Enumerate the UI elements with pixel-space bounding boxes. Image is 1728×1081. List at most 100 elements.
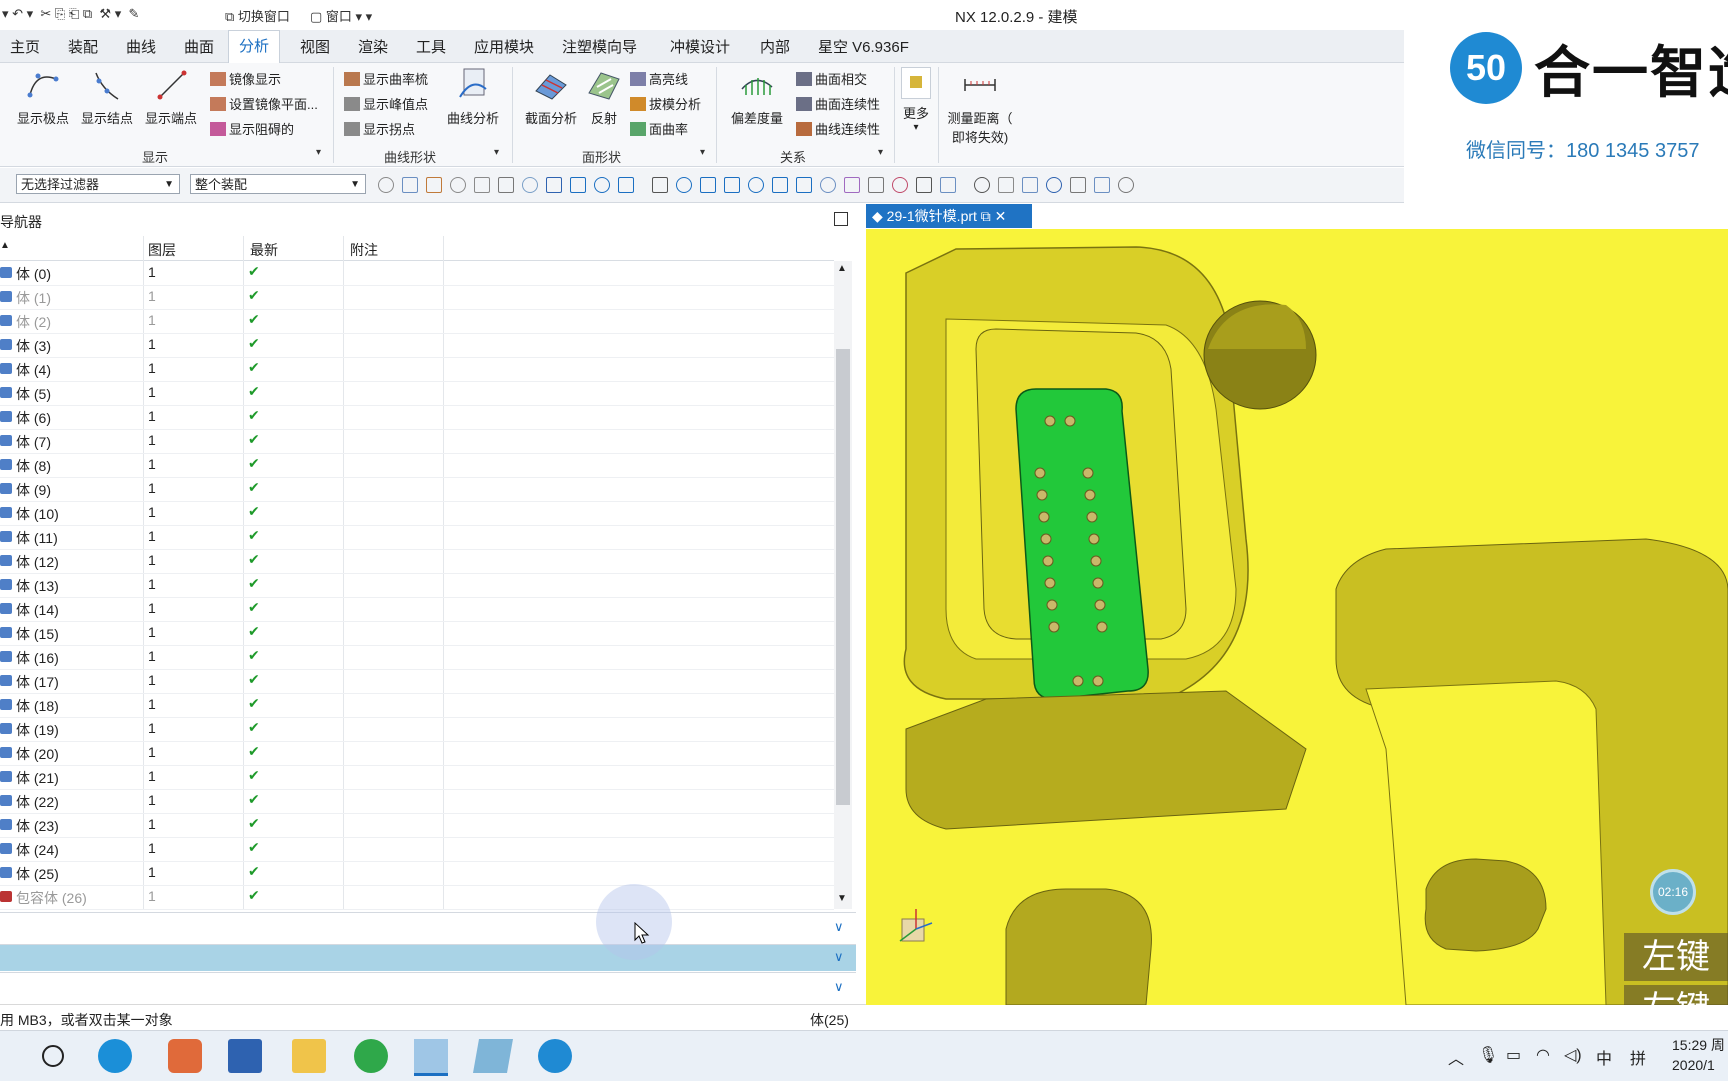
assembly-icon[interactable] — [402, 177, 418, 193]
table-row[interactable]: 包容体 (26) 1 ✔ — [0, 885, 834, 910]
chevron-down-icon[interactable]: ∨ — [834, 979, 844, 995]
column-comment[interactable]: 附注 — [350, 240, 378, 260]
rect-select-icon[interactable] — [498, 177, 514, 193]
shade-icon[interactable] — [844, 177, 860, 193]
table-row[interactable]: 体 (1) 1 ✔ — [0, 285, 834, 310]
table-icon[interactable] — [1046, 177, 1062, 193]
material-icon[interactable] — [1070, 177, 1086, 193]
table-row[interactable]: 体 (20) 1 ✔ — [0, 741, 834, 766]
orient-icon[interactable] — [1118, 177, 1134, 193]
show-blocked-button[interactable]: 显示阻碍的 — [210, 119, 294, 138]
curve-analysis-button[interactable]: 曲线分析 — [440, 67, 506, 127]
column-layer[interactable]: 图层 — [148, 240, 176, 260]
table-row[interactable]: 体 (25) 1 ✔ — [0, 861, 834, 886]
table-row[interactable]: 体 (10) 1 ✔ — [0, 501, 834, 526]
tab-7[interactable]: 工具 — [416, 36, 446, 57]
more-button[interactable]: 更多 ▾ — [898, 67, 934, 133]
table-row[interactable]: 体 (9) 1 ✔ — [0, 477, 834, 502]
table-row[interactable]: 体 (7) 1 ✔ — [0, 429, 834, 454]
notepad-icon[interactable] — [473, 1039, 513, 1073]
edge-browser-icon[interactable] — [538, 1039, 572, 1073]
ime-mode[interactable]: 拼 — [1630, 1045, 1646, 1069]
show-knots-button[interactable]: 显示结点 — [76, 67, 138, 127]
dependents-panel[interactable]: ∨ — [0, 944, 856, 971]
calculator-icon[interactable] — [228, 1039, 262, 1073]
scope-dropdown[interactable]: 整个装配 ▼ — [190, 174, 366, 194]
mirror-display-button[interactable]: 镜像显示 — [210, 69, 281, 88]
table-row[interactable]: 体 (3) 1 ✔ — [0, 333, 834, 358]
maximize-icon[interactable] — [834, 212, 848, 226]
face-curvature-button[interactable]: 面曲率 — [630, 119, 688, 138]
surface-intersection-button[interactable]: 曲面相交 — [796, 69, 867, 88]
layer-icon[interactable] — [868, 177, 884, 193]
pan-icon[interactable] — [998, 177, 1014, 193]
file-explorer-icon[interactable] — [292, 1039, 326, 1073]
table-row[interactable]: 体 (13) 1 ✔ — [0, 573, 834, 598]
table-row[interactable]: 体 (14) 1 ✔ — [0, 597, 834, 622]
table-row[interactable]: 体 (12) 1 ✔ — [0, 549, 834, 574]
table-row[interactable]: 体 (19) 1 ✔ — [0, 717, 834, 742]
curve-icon[interactable] — [618, 177, 634, 193]
tab-11[interactable]: 内部 — [760, 36, 790, 57]
table-row[interactable]: 体 (0) 1 ✔ — [0, 261, 834, 286]
part-file-tab[interactable]: ◆ 29-1微针模.prt ⧉ ✕ — [866, 204, 1032, 228]
snap-icon[interactable] — [378, 177, 394, 193]
sort-asc-icon[interactable]: ▲ — [0, 240, 10, 251]
scroll-up-icon[interactable]: ▲ — [837, 263, 847, 274]
deviation-gauge-button[interactable]: 偏差度量 — [724, 67, 790, 127]
window-menu-button[interactable]: ▢ 窗口 ▾ ▾ — [310, 6, 372, 25]
table-row[interactable]: 体 (2) 1 ✔ — [0, 309, 834, 334]
tab-2[interactable]: 曲线 — [126, 36, 156, 57]
line-icon[interactable] — [594, 177, 610, 193]
graphics-viewport[interactable]: 02:16 左键 左键 — [866, 229, 1728, 1006]
spline-icon[interactable] — [676, 177, 692, 193]
close-icon[interactable]: ✕ — [991, 208, 1007, 224]
tab-1[interactable]: 装配 — [68, 36, 98, 57]
pick-icon[interactable] — [450, 177, 466, 193]
center-icon[interactable] — [748, 177, 764, 193]
group-expand-relation[interactable]: ▾ — [878, 147, 883, 158]
tab-3[interactable]: 曲面 — [184, 36, 214, 57]
table-row[interactable]: 体 (6) 1 ✔ — [0, 405, 834, 430]
table-row[interactable]: 体 (18) 1 ✔ — [0, 693, 834, 718]
show-endpoints-button[interactable]: 显示端点 — [140, 67, 202, 127]
sphere-icon[interactable] — [820, 177, 836, 193]
cross-icon[interactable] — [772, 177, 788, 193]
edge-icon[interactable] — [570, 177, 586, 193]
switch-window-button[interactable]: ⧉ 切换窗口 — [225, 6, 290, 25]
tab-9[interactable]: 注塑模向导 — [562, 36, 637, 57]
table-row[interactable]: 体 (22) 1 ✔ — [0, 789, 834, 814]
tab-5[interactable]: 视图 — [300, 36, 330, 57]
show-poles-button[interactable]: 显示极点 — [12, 67, 74, 127]
quick-access-toolbar[interactable]: ▾ ↶ ▾ ✂ ⎘ ⎗ ⧉ ⚒ ▾ ✎ — [2, 6, 139, 22]
internet-explorer-icon[interactable] — [98, 1039, 132, 1073]
reflection-button[interactable]: 反射 — [584, 67, 624, 127]
tangent-icon[interactable] — [652, 177, 668, 193]
highlight-lines-button[interactable]: 高亮线 — [630, 69, 688, 88]
table-row[interactable]: 体 (17) 1 ✔ — [0, 669, 834, 694]
show-peak-points-button[interactable]: 显示峰值点 — [344, 94, 428, 113]
tab-4[interactable]: 分析 — [228, 30, 281, 63]
wifi-icon[interactable]: ◠ — [1536, 1045, 1550, 1065]
fit-icon[interactable] — [940, 177, 956, 193]
table-row[interactable]: 体 (16) 1 ✔ — [0, 645, 834, 670]
browser-icon[interactable] — [354, 1039, 388, 1073]
undock-icon[interactable]: ⧉ — [977, 208, 991, 224]
point-icon[interactable] — [724, 177, 740, 193]
navigator-scrollbar[interactable]: ▲ ▼ — [834, 261, 852, 909]
measure-distance-button[interactable]: 测量距离（ 即将失效) — [942, 67, 1018, 146]
show-inflections-button[interactable]: 显示拐点 — [344, 119, 415, 138]
chevron-down-icon[interactable]: ∨ — [834, 919, 844, 935]
nx-app-icon[interactable] — [414, 1039, 448, 1076]
details-panel[interactable]: ∨ — [0, 912, 856, 943]
section-analysis-button[interactable]: 截面分析 — [520, 67, 582, 127]
tab-8[interactable]: 应用模块 — [474, 36, 534, 57]
slash-icon[interactable] — [796, 177, 812, 193]
clock-time[interactable]: 15:29 周 — [1672, 1035, 1725, 1055]
battery-icon[interactable]: ▭ — [1506, 1045, 1521, 1065]
zoom-icon[interactable] — [1022, 177, 1038, 193]
selection-filter-dropdown[interactable]: 无选择过滤器 ▼ — [16, 174, 180, 194]
filter-icon[interactable] — [474, 177, 490, 193]
volume-icon[interactable]: ◁) — [1564, 1045, 1582, 1065]
table-row[interactable]: 体 (15) 1 ✔ — [0, 621, 834, 646]
